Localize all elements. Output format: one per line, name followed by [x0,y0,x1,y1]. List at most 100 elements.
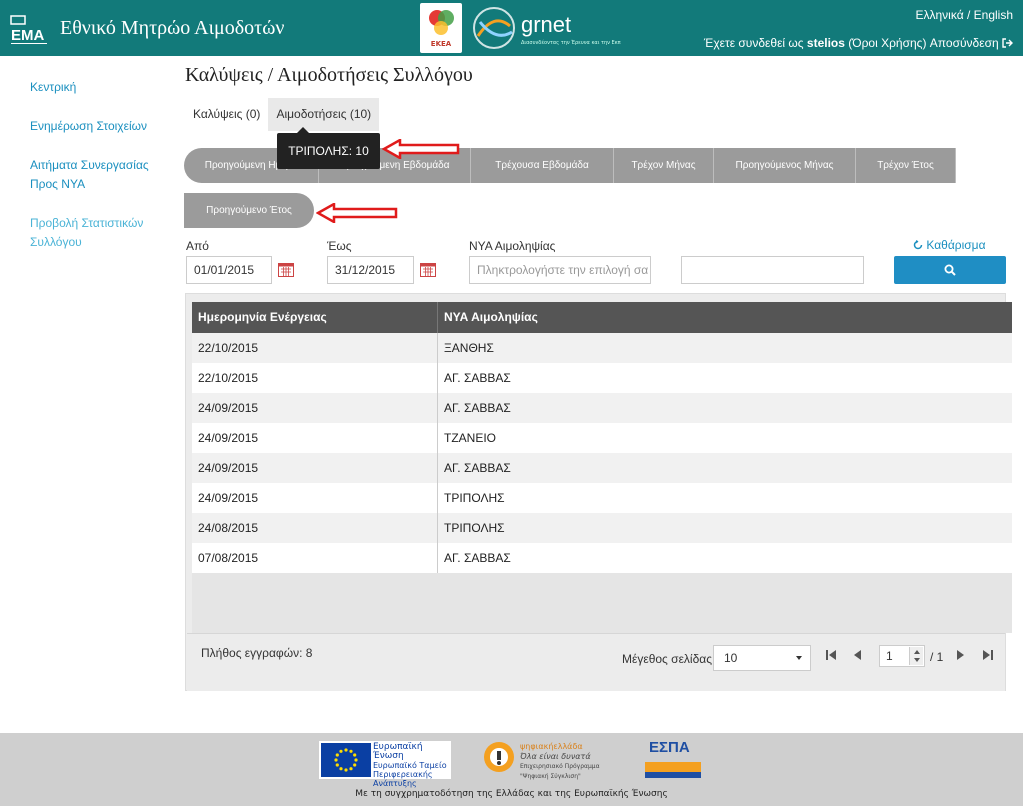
table-row[interactable]: 22/10/2015 ΞΑΝΘΗΣ [192,333,1012,363]
site-title[interactable]: Εθνικό Μητρώο Αιμοδοτών [60,17,284,40]
cell-hospital: ΑΓ. ΣΑΒΒΑΣ [444,551,511,565]
cell-date: 24/09/2015 [192,393,438,423]
page-size-select[interactable]: 10 [713,645,811,671]
from-calendar-icon[interactable] [278,262,294,277]
hospital-label: ΝΥΑ Αιμοληψίας [469,239,556,253]
sidebar: Κεντρική Ενημέρωση Στοιχείων Αιτήματα Συ… [30,78,170,272]
reset-icon [913,240,923,250]
cell-date: 22/10/2015 [192,363,438,393]
espa-emblem-icon [645,762,701,778]
grnet-logo: grnet Διασυνδέοντας την Έρευνα και την Ε… [468,2,621,54]
current-week-button[interactable]: Τρέχουσα Εβδομάδα [471,148,614,183]
previous-month-button[interactable]: Προηγούμενος Μήνας [714,148,856,183]
page-spinner[interactable] [909,647,923,665]
current-month-button[interactable]: Τρέχον Μήνας [614,148,714,183]
table-row[interactable]: 24/09/2015 ΑΓ. ΣΑΒΒΑΣ [192,393,1012,423]
sidebar-item-update-info[interactable]: Ενημέρωση Στοιχείων [30,117,170,136]
annotation-arrow-tooltip [382,139,460,159]
cell-hospital: ΤΡΙΠΟΛΗΣ [444,491,505,505]
logout-link[interactable]: Αποσύνδεση [930,36,999,50]
user-status: Έχετε συνδεθεί ως stelios (Όροι Χρήσης) … [704,36,1013,50]
tabs: Καλύψεις (0) Αιμοδοτήσεις (10) [185,98,380,131]
search-icon [944,264,956,276]
spinner-arrows-icon [914,650,920,662]
eu-logo: Ευρωπαϊκή Ένωση Ευρωπαϊκό Ταμείο Περιφερ… [319,741,451,788]
cell-date: 24/09/2015 [192,453,438,483]
hospital-search-input[interactable]: Πληκτρολογήστε την επιλογή σα [469,256,651,284]
cell-date: 24/08/2015 [192,513,438,543]
digital-text-line: ψηφιακήελλάδα [520,742,583,751]
page-number-value: 1 [886,649,893,663]
ekea-text: ΕΚΕΑ [430,40,452,48]
grid-pager: Πλήθος εγγραφών: 8 Μέγεθος σελίδας: 10 1… [187,633,1005,691]
page-total: / 1 [930,650,944,664]
username: stelios [806,36,845,50]
to-date-input[interactable]: 31/12/2015 [327,256,414,284]
from-label: Από [186,239,209,253]
ema-logo-text: EMA [11,27,45,44]
ema-logo[interactable]: EMA [10,14,48,48]
grid-body: 22/10/2015 ΞΑΝΘΗΣ 22/10/2015 ΑΓ. ΣΑΒΒΑΣ … [192,333,1012,573]
digital-greece-logo: ψηφιακήελλάδα Όλα είναι δυνατά Επιχειρησ… [482,739,617,781]
grid-empty-area [192,573,1012,633]
current-year-button[interactable]: Τρέχον Έτος [856,148,956,183]
table-row[interactable]: 24/09/2015 ΑΓ. ΣΑΒΒΑΣ [192,453,1012,483]
ekea-logo: ΕΚΕΑ [420,3,462,53]
record-count: Πλήθος εγγραφών: 8 [201,646,313,660]
cell-hospital: ΞΑΝΘΗΣ [444,341,494,355]
cofunding-text: Με τη συγχρηματοδότηση της Ελλάδας και τ… [355,789,668,799]
last-page-icon[interactable] [981,648,995,662]
table-row[interactable]: 24/08/2015 ΤΡΙΠΟΛΗΣ [192,513,1012,543]
logout-icon[interactable] [1002,38,1013,48]
sidebar-item-home[interactable]: Κεντρική [30,78,170,97]
page-size-label: Μέγεθος σελίδας: [622,652,716,666]
table-row[interactable]: 22/10/2015 ΑΓ. ΣΑΒΒΑΣ [192,363,1012,393]
digital-greece-icon [484,742,514,772]
digital-text-line: "Ψηφιακή Σύγκλιση" [520,773,581,780]
terms-link[interactable]: (Όροι Χρήσης) [848,36,926,50]
eu-text-line: Περιφερειακής [373,770,433,779]
cell-hospital: ΑΓ. ΣΑΒΒΑΣ [444,371,511,385]
tab-donations[interactable]: Αιμοδοτήσεις (10) [268,98,380,131]
first-page-icon[interactable] [824,648,838,662]
cell-hospital: ΑΓ. ΣΑΒΒΑΣ [444,401,511,415]
cell-date: 24/09/2015 [192,423,438,453]
next-page-icon[interactable] [953,648,967,662]
to-calendar-icon[interactable] [420,262,436,277]
grnet-subtitle: Διασυνδέοντας την Έρευνα και την Εκπ [521,40,621,46]
secondary-input[interactable] [681,256,864,284]
table-row[interactable]: 07/08/2015 ΑΓ. ΣΑΒΒΑΣ [192,543,1012,573]
chevron-down-icon [796,656,802,660]
digital-text-line: Όλα είναι δυνατά [520,752,591,761]
hospital-count-tooltip: ΤΡΙΠΟΛΗΣ: 10 [277,127,380,169]
digital-greece-text: ψηφιακήελλάδα Όλα είναι δυνατά Επιχειρησ… [520,742,600,782]
cell-date: 24/09/2015 [192,483,438,513]
annotation-arrow-previous-year [316,203,398,223]
top-header: EMA Εθνικό Μητρώο Αιμοδοτών ΕΚΕΑ grnet Δ… [0,0,1023,56]
digital-text-line: Επιχειρησιακό Πρόγραμμα [520,763,600,770]
column-header-hospital[interactable]: ΝΥΑ Αιμοληψίας [438,302,1012,333]
page-size-value: 10 [724,651,738,665]
page-number-input[interactable]: 1 [879,645,925,667]
previous-year-button[interactable]: Προηγούμενο Έτος [184,193,314,228]
table-row[interactable]: 24/09/2015 ΤΖΑΝΕΙΟ [192,423,1012,453]
language-switch[interactable]: Ελληνικά / English [916,8,1014,22]
sidebar-item-statistics[interactable]: Προβολή Στατιστικών Συλλόγου [30,214,170,252]
grid-header: Ημερομηνία Ενέργειας ΝΥΑ Αιμοληψίας [192,302,1012,333]
cell-date: 07/08/2015 [192,543,438,573]
search-button[interactable] [894,256,1006,284]
table-row[interactable]: 24/09/2015 ΤΡΙΠΟΛΗΣ [192,483,1012,513]
column-header-date[interactable]: Ημερομηνία Ενέργειας [192,302,438,333]
clear-filters-link[interactable]: Καθάρισμα [913,238,986,252]
eu-text: Ευρωπαϊκή Ένωση Ευρωπαϊκό Ταμείο Περιφερ… [373,742,451,789]
cell-date: 22/10/2015 [192,333,438,363]
grnet-text: grnet [521,12,572,37]
eu-text-line: Ευρωπαϊκή Ένωση [373,742,423,761]
tab-coverages[interactable]: Καλύψεις (0) [185,98,268,131]
sidebar-item-cooperation-requests[interactable]: Αιτήματα Συνεργασίας Προς ΝΥΑ [30,156,170,194]
previous-page-icon[interactable] [851,648,865,662]
clear-filters-label: Καθάρισμα [926,238,986,252]
from-date-input[interactable]: 01/01/2015 [186,256,272,284]
cell-hospital: ΑΓ. ΣΑΒΒΑΣ [444,461,511,475]
page-title: Καλύψεις / Αιμοδοτήσεις Συλλόγου [185,64,473,86]
